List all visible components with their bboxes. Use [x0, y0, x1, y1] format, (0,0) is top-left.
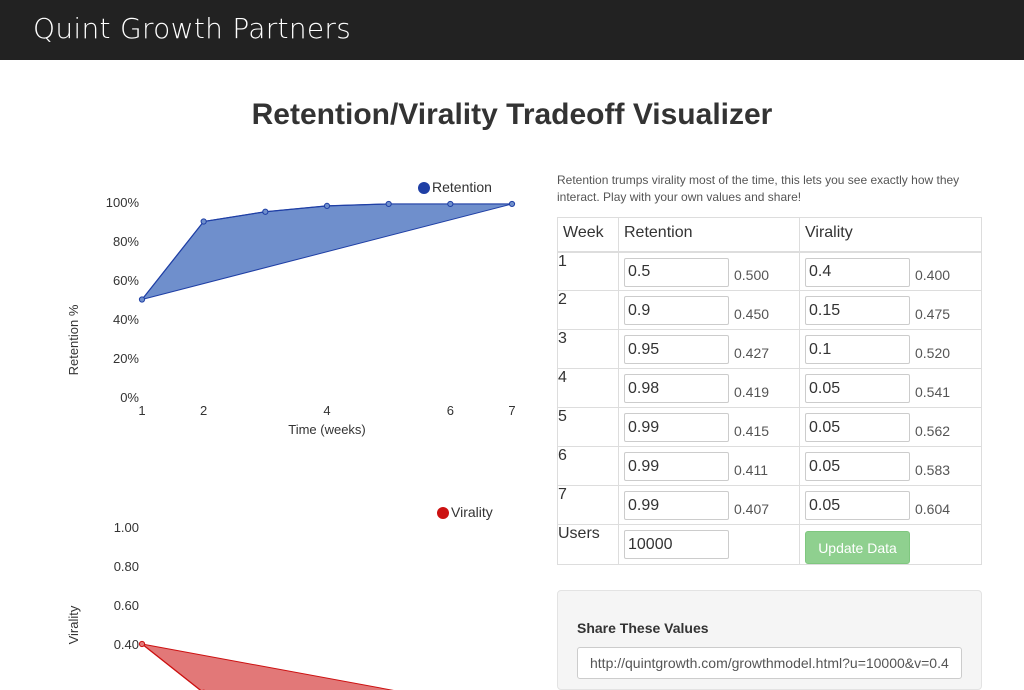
virality-y-tick-label: 1.00 — [114, 520, 139, 535]
retention-point[interactable] — [138, 296, 146, 303]
retention-input[interactable] — [624, 374, 729, 403]
week-cell: 1 — [557, 251, 619, 291]
retention-x-tick-label: 7 — [508, 403, 515, 418]
retention-point[interactable] — [385, 200, 392, 208]
virality-computed: 0.400 — [915, 267, 951, 283]
virality-point[interactable] — [138, 640, 146, 648]
retention-point[interactable] — [508, 200, 516, 208]
virality-input[interactable] — [805, 452, 910, 481]
retention-computed: 0.419 — [734, 383, 770, 400]
virality-legend-swatch — [437, 507, 449, 519]
retention-input[interactable] — [624, 296, 729, 325]
update-data-button[interactable]: Update Data — [805, 531, 910, 564]
retention-computed: 0.427 — [734, 344, 770, 361]
users-label: Users — [557, 524, 619, 565]
week-cell: 3 — [557, 329, 619, 369]
growth-table: Week Retention Virality 1 0.500 0.400 2 … — [557, 217, 982, 565]
table-row: 1 0.500 0.400 — [557, 251, 982, 291]
page-title: Retention/Virality Tradeoff Visualizer — [251, 98, 773, 131]
table-row: 4 0.419 0.541 — [557, 368, 982, 408]
retention-input[interactable] — [624, 335, 729, 364]
week-cell: 4 — [557, 368, 619, 408]
retention-y-tick-label: 80% — [113, 234, 139, 249]
header-week: Week — [557, 217, 619, 253]
virality-input[interactable] — [805, 491, 910, 520]
retention-y-tick-label: 100% — [106, 195, 140, 210]
virality-y-tick-label: 0.80 — [114, 559, 139, 574]
retention-chart: Retention % Time (weeks) Retention 0% 20%… — [66, 179, 516, 437]
brand-logo-text[interactable]: Quint Growth Partners — [33, 12, 351, 45]
users-input[interactable] — [624, 530, 729, 559]
retention-legend-swatch — [418, 182, 430, 194]
table-row: 7 0.407 0.604 — [557, 485, 982, 525]
header-virality: Virality — [799, 217, 982, 253]
virality-chart: Virality Virality 0.40 0.60 0.80 1.00 — [66, 504, 493, 690]
virality-input[interactable] — [805, 335, 910, 364]
retention-y-tick-label: 0% — [120, 390, 139, 405]
retention-x-tick-label: 6 — [447, 403, 454, 418]
retention-x-tick-label: 2 — [200, 403, 207, 418]
share-url-input[interactable] — [577, 647, 962, 679]
retention-computed: 0.450 — [734, 305, 770, 322]
virality-input[interactable] — [805, 296, 910, 325]
retention-point[interactable] — [447, 200, 454, 208]
retention-point[interactable] — [323, 202, 331, 210]
retention-legend: Retention — [418, 179, 492, 195]
retention-point[interactable] — [262, 208, 269, 215]
retention-computed: 0.407 — [734, 500, 770, 517]
virality-computed: 0.583 — [915, 461, 951, 478]
virality-y-tick-label: 0.60 — [114, 598, 139, 613]
retention-y-tick-label: 20% — [113, 351, 139, 366]
table-row: 6 0.411 0.583 — [557, 446, 982, 486]
virality-computed: 0.562 — [915, 422, 951, 439]
virality-y-tick-label: 0.40 — [114, 637, 139, 652]
table-row: 5 0.415 0.562 — [557, 407, 982, 447]
week-cell: 6 — [557, 446, 619, 486]
retention-point[interactable] — [200, 218, 207, 225]
virality-computed: 0.520 — [915, 344, 951, 361]
week-cell: 2 — [557, 290, 619, 330]
virality-computed: 0.604 — [915, 500, 951, 517]
retention-computed: 0.415 — [734, 422, 770, 439]
retention-y-axis-label: Retention % — [66, 304, 81, 375]
retention-input[interactable] — [624, 491, 729, 520]
retention-input[interactable] — [624, 452, 729, 481]
virality-legend: Virality — [437, 504, 493, 520]
virality-computed: 0.475 — [915, 305, 951, 322]
retention-input[interactable] — [624, 257, 729, 287]
table-row: 3 0.427 0.520 — [557, 329, 982, 369]
table-header-row: Week Retention Virality — [557, 217, 982, 253]
retention-x-tick-label: 1 — [138, 403, 145, 418]
users-row: Users Update Data — [557, 524, 982, 565]
retention-y-tick-label: 60% — [113, 273, 139, 288]
retention-computed: 0.411 — [734, 461, 768, 478]
virality-legend-label: Virality — [451, 504, 493, 520]
intro-text: Retention trumps virality most of the ti… — [557, 173, 960, 204]
retention-input[interactable] — [624, 413, 729, 442]
week-cell: 7 — [557, 485, 619, 525]
virality-input[interactable] — [805, 257, 910, 287]
virality-input[interactable] — [805, 413, 910, 442]
retention-computed: 0.500 — [734, 267, 770, 283]
virality-computed: 0.541 — [915, 383, 951, 400]
table-row: 2 0.450 0.475 — [557, 290, 982, 330]
share-title: Share These Values — [577, 620, 709, 636]
retention-x-tick-label: 4 — [323, 403, 330, 418]
navbar: Quint Growth Partners — [0, 0, 1024, 60]
retention-x-axis-label: Time (weeks) — [288, 422, 366, 437]
share-panel: Share These Values — [557, 590, 982, 690]
header-retention: Retention — [618, 217, 800, 253]
week-cell: 5 — [557, 407, 619, 447]
retention-y-tick-label: 40% — [113, 312, 139, 327]
virality-area — [141, 643, 395, 690]
retention-area — [140, 203, 513, 301]
virality-input[interactable] — [805, 374, 910, 403]
retention-legend-label: Retention — [432, 179, 492, 195]
virality-y-axis-label: Virality — [66, 605, 81, 644]
